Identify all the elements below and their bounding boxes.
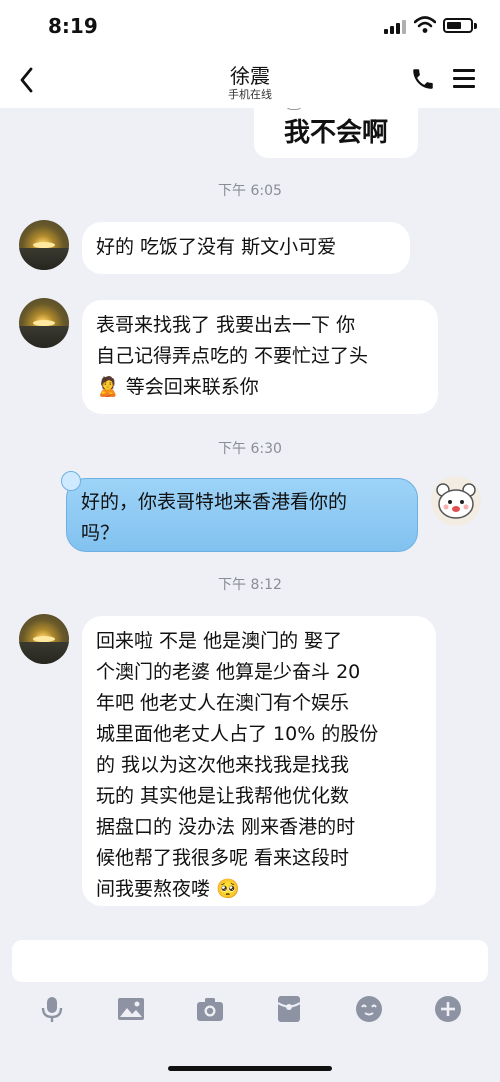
chat-header: 徐震 手机在线	[0, 52, 500, 108]
plus-icon[interactable]	[433, 994, 463, 1024]
message-text-line: 回来啦 不是 他是澳门的 娶了	[96, 630, 343, 652]
message-text-line: 候他帮了我很多呢 看来这段时	[96, 847, 350, 869]
camera-icon[interactable]	[195, 994, 225, 1024]
status-time: 8:19	[48, 14, 98, 38]
chat-message-list[interactable]: 我不会啊 下午 6:05 好的 吃饭了没有 斯文小可爱 表哥来找我了 我要出去一…	[0, 108, 500, 926]
menu-button[interactable]	[453, 68, 477, 90]
message-text-line: 城里面他老丈人占了 10% 的股份	[96, 723, 379, 745]
timestamp: 下午 6:30	[218, 441, 282, 457]
cellular-signal-icon	[384, 20, 408, 34]
message-bubble-incoming[interactable]: 表哥来找我了 我要出去一下 你 自己记得弄点吃的 不要忙过了头 🙎 等会回来联系…	[82, 300, 438, 414]
timestamp: 下午 8:12	[218, 577, 282, 593]
message-text: 好的 吃饭了没有 斯文小可爱	[96, 236, 337, 258]
message-text-line: 好的，你表哥特地来香港看你的	[81, 491, 348, 513]
user-avatar[interactable]	[431, 476, 481, 526]
message-text-line: 玩的 其实他是让我帮他优化数	[96, 785, 350, 807]
message-input[interactable]	[12, 940, 488, 982]
contact-avatar[interactable]	[19, 614, 69, 664]
message-text-line: 自己记得弄点吃的 不要忙过了头	[96, 345, 369, 367]
contact-avatar[interactable]	[19, 220, 69, 270]
image-message-partial[interactable]: 我不会啊	[254, 108, 418, 158]
microphone-icon[interactable]	[37, 994, 67, 1024]
contact-avatar[interactable]	[19, 298, 69, 348]
red-packet-icon[interactable]	[274, 994, 304, 1024]
message-bubble-outgoing[interactable]: 好的，你表哥特地来香港看你的 吗？	[61, 471, 418, 552]
home-indicator[interactable]	[168, 1066, 332, 1071]
message-bubble-incoming[interactable]: 好的 吃饭了没有 斯文小可爱	[82, 222, 410, 274]
message-text-line: 🙎 等会回来联系你	[96, 376, 259, 398]
message-text-line: 个澳门的老婆 他算是少奋斗 20	[96, 661, 361, 683]
input-area	[0, 926, 500, 1082]
bear-face-icon	[436, 483, 476, 519]
image-icon[interactable]	[116, 994, 146, 1024]
status-bar: 8:19	[0, 0, 500, 52]
message-text-line: 表哥来找我了 我要出去一下 你	[96, 314, 356, 336]
timestamp: 下午 6:05	[218, 183, 282, 199]
message-bubble-incoming[interactable]: 回来啦 不是 他是澳门的 娶了 个澳门的老婆 他算是少奋斗 20 年吧 他老丈人…	[82, 616, 436, 906]
message-text-line: 间我要熬夜喽 🥺	[96, 878, 240, 900]
emoji-icon[interactable]	[354, 994, 384, 1024]
message-text-line: 据盘口的 没办法 刚来香港的时	[96, 816, 356, 838]
image-caption-text: 我不会啊	[283, 118, 388, 148]
battery-icon	[443, 18, 473, 33]
wifi-icon	[414, 16, 436, 33]
message-text-line: 吗？	[81, 522, 120, 544]
phone-call-button[interactable]	[410, 66, 436, 92]
message-text-line: 年吧 他老丈人在澳门有个娱乐	[96, 692, 350, 714]
message-text-line: 的 我以为这次他来找我是找我	[96, 754, 350, 776]
bubble-decoration-icon	[61, 471, 81, 491]
